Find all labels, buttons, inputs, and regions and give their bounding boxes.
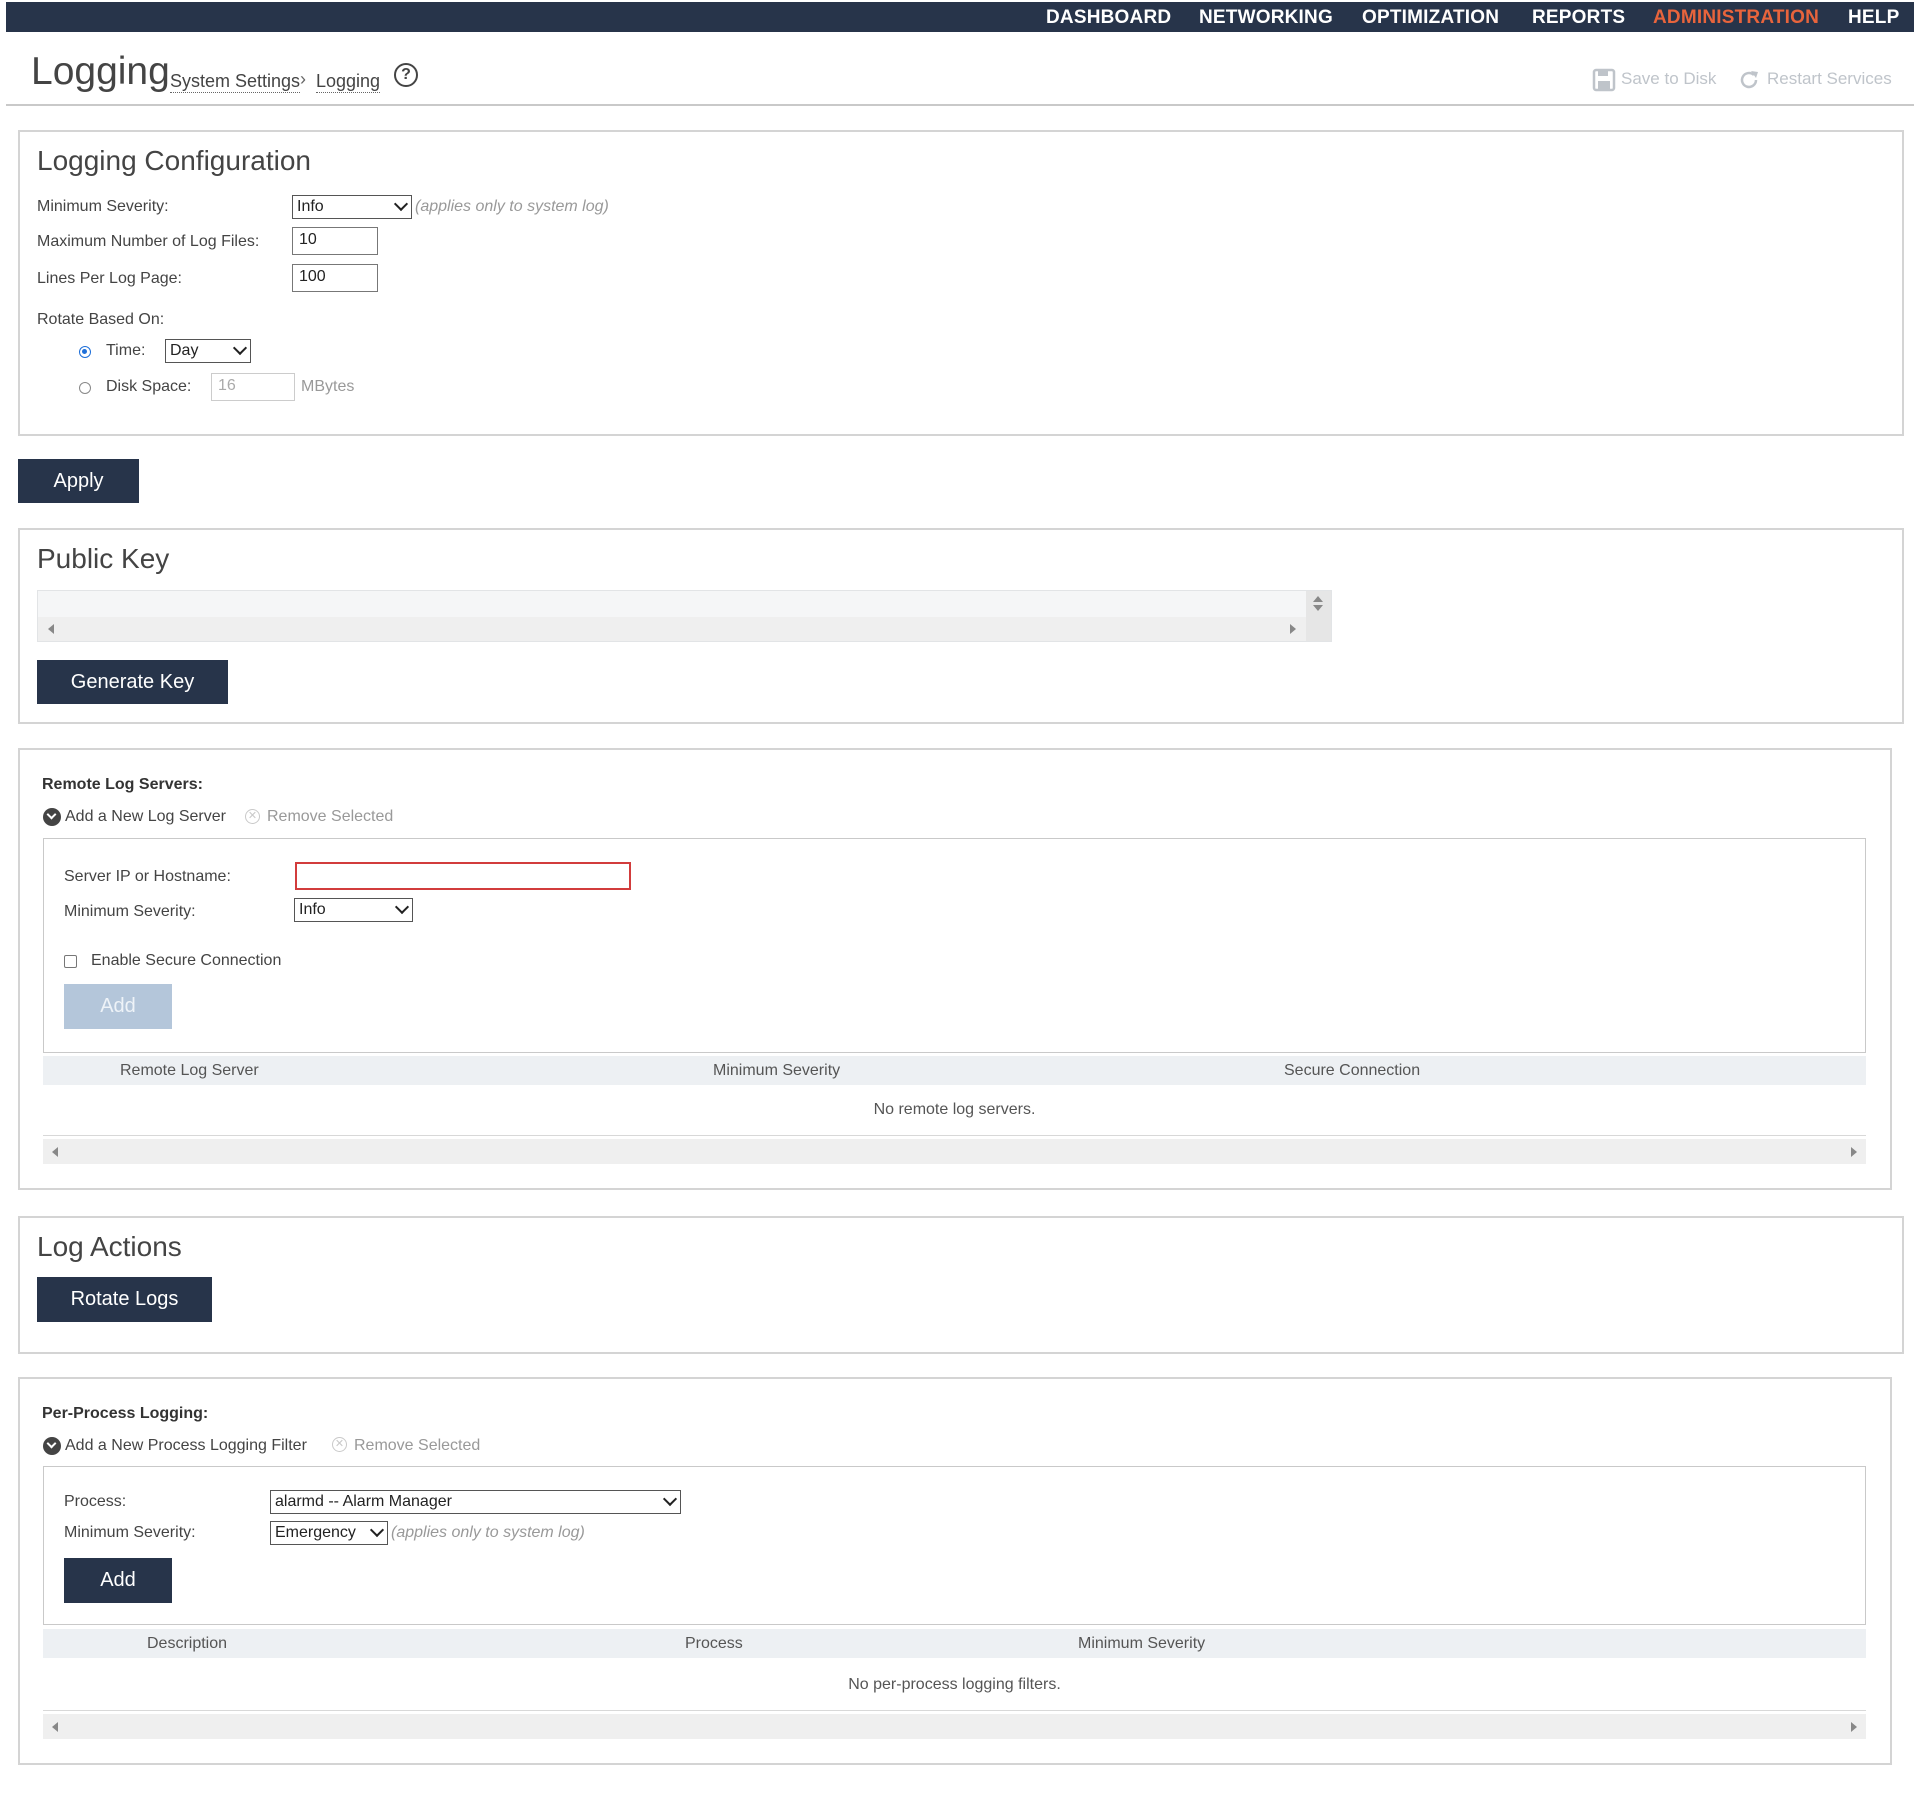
rotate-based-on-label: Rotate Based On: xyxy=(37,311,165,328)
breadcrumb-logging[interactable]: Logging xyxy=(316,71,381,93)
remove-circle-icon: ✕ xyxy=(245,809,260,824)
scroll-left-icon[interactable] xyxy=(48,624,54,634)
rotate-time-value: Day xyxy=(170,342,199,359)
nav-help[interactable]: HELP xyxy=(1848,7,1899,29)
process-filters-table-header xyxy=(43,1629,1866,1658)
chevron-down-icon xyxy=(394,899,410,915)
logging-config-title: Logging Configuration xyxy=(37,145,311,176)
min-severity-hint: (applies only to system log) xyxy=(415,198,609,215)
apply-button[interactable]: Apply xyxy=(18,459,139,503)
add-process-filter-link[interactable]: Add a New Process Logging Filter xyxy=(65,1437,307,1455)
top-nav-bar: DASHBOARD NETWORKING OPTIMIZATION REPORT… xyxy=(6,2,1914,32)
disk-space-unit: MBytes xyxy=(301,378,355,395)
column-process-minimum-severity[interactable]: Minimum Severity xyxy=(1078,1635,1205,1653)
table-divider xyxy=(43,1710,1866,1711)
process-value: alarmd -- Alarm Manager xyxy=(275,1493,452,1510)
max-log-files-input[interactable]: 10 xyxy=(292,227,378,255)
chevron-down-icon xyxy=(369,1522,385,1538)
scroll-right-icon[interactable] xyxy=(1851,1147,1857,1157)
min-severity-value: Info xyxy=(297,198,324,215)
scroll-left-icon[interactable] xyxy=(52,1147,58,1157)
remote-servers-scrollbar[interactable] xyxy=(43,1139,1866,1164)
remove-selected-servers-link[interactable]: Remove Selected xyxy=(267,808,393,826)
process-filters-scrollbar[interactable] xyxy=(43,1714,1866,1739)
scroll-left-icon[interactable] xyxy=(52,1722,58,1732)
server-severity-select[interactable]: Info xyxy=(294,898,413,922)
nav-dashboard[interactable]: DASHBOARD xyxy=(1046,7,1171,29)
add-circle-icon[interactable] xyxy=(43,808,61,826)
process-severity-select[interactable]: Emergency xyxy=(270,1521,388,1545)
server-severity-value: Info xyxy=(299,901,326,918)
remote-servers-table-header xyxy=(43,1056,1866,1085)
rotate-time-radio[interactable] xyxy=(79,346,91,358)
rotate-time-label: Time: xyxy=(106,342,146,359)
server-host-label: Server IP or Hostname: xyxy=(64,868,231,885)
column-remote-log-server[interactable]: Remote Log Server xyxy=(120,1062,259,1080)
column-process[interactable]: Process xyxy=(685,1635,743,1653)
chevron-down-icon xyxy=(232,340,248,356)
generate-key-button[interactable]: Generate Key xyxy=(37,660,228,704)
table-divider xyxy=(43,1135,1866,1136)
chevron-down-icon xyxy=(662,1491,678,1507)
add-server-button[interactable]: Add xyxy=(64,984,172,1029)
scroll-up-icon[interactable] xyxy=(1313,596,1323,602)
rotate-time-select[interactable]: Day xyxy=(165,339,251,363)
restart-icon xyxy=(1740,71,1758,89)
remove-selected-filters-link[interactable]: Remove Selected xyxy=(354,1437,480,1455)
logging-page: DASHBOARD NETWORKING OPTIMIZATION REPORT… xyxy=(0,0,1920,1799)
add-circle-icon[interactable] xyxy=(43,1437,61,1455)
rotate-disk-radio[interactable] xyxy=(79,382,91,394)
save-disk-icon xyxy=(1592,68,1616,92)
disk-space-input[interactable]: 16 xyxy=(211,373,295,401)
process-filters-empty-message: No per-process logging filters. xyxy=(848,1676,1061,1693)
breadcrumb-system-settings[interactable]: System Settings xyxy=(170,71,301,93)
rotate-logs-button[interactable]: Rotate Logs xyxy=(37,1277,212,1322)
scroll-down-icon[interactable] xyxy=(1313,605,1323,611)
lines-per-page-input[interactable]: 100 xyxy=(292,264,378,292)
nav-optimization[interactable]: OPTIMIZATION xyxy=(1362,7,1499,29)
process-label: Process: xyxy=(64,1493,127,1510)
process-severity-label: Minimum Severity: xyxy=(64,1524,196,1541)
min-severity-select[interactable]: Info xyxy=(292,195,412,219)
max-log-files-label: Maximum Number of Log Files: xyxy=(37,233,260,250)
save-to-disk-button[interactable]: Save to Disk xyxy=(1621,69,1716,89)
column-secure-connection[interactable]: Secure Connection xyxy=(1284,1062,1420,1080)
page-title: Logging xyxy=(31,50,170,93)
restart-services-button[interactable]: Restart Services xyxy=(1767,69,1892,89)
remove-circle-icon: ✕ xyxy=(332,1437,347,1452)
lines-per-page-label: Lines Per Log Page: xyxy=(37,270,182,287)
rotate-disk-label: Disk Space: xyxy=(106,378,192,395)
chevron-down-icon xyxy=(393,196,409,212)
public-key-title: Public Key xyxy=(37,543,170,574)
column-description[interactable]: Description xyxy=(147,1635,227,1653)
server-severity-label: Minimum Severity: xyxy=(64,903,196,920)
add-log-server-link[interactable]: Add a New Log Server xyxy=(65,808,226,826)
min-severity-label: Minimum Severity: xyxy=(37,198,169,215)
secure-connection-label: Enable Secure Connection xyxy=(91,952,282,969)
help-circle-icon[interactable]: ? xyxy=(394,63,418,87)
public-key-horizontal-scrollbar[interactable] xyxy=(38,617,1306,641)
process-severity-hint: (applies only to system log) xyxy=(391,1524,585,1541)
server-host-input[interactable] xyxy=(295,862,631,890)
remote-servers-empty-message: No remote log servers. xyxy=(873,1101,1036,1118)
column-minimum-severity[interactable]: Minimum Severity xyxy=(713,1062,840,1080)
per-process-title: Per-Process Logging: xyxy=(42,1405,209,1422)
breadcrumb-separator: › xyxy=(300,69,306,89)
secure-connection-checkbox[interactable] xyxy=(64,955,77,968)
remote-log-servers-title: Remote Log Servers: xyxy=(42,776,203,793)
log-actions-panel xyxy=(18,1216,1904,1354)
scroll-right-icon[interactable] xyxy=(1290,624,1296,634)
nav-networking[interactable]: NETWORKING xyxy=(1199,7,1333,29)
process-severity-value: Emergency xyxy=(275,1524,356,1541)
log-actions-title: Log Actions xyxy=(37,1231,182,1262)
header-divider xyxy=(6,104,1914,106)
add-process-filter-button[interactable]: Add xyxy=(64,1558,172,1603)
nav-reports[interactable]: REPORTS xyxy=(1532,7,1625,29)
process-select[interactable]: alarmd -- Alarm Manager xyxy=(270,1490,681,1514)
nav-administration[interactable]: ADMINISTRATION xyxy=(1653,7,1819,29)
scroll-right-icon[interactable] xyxy=(1851,1722,1857,1732)
